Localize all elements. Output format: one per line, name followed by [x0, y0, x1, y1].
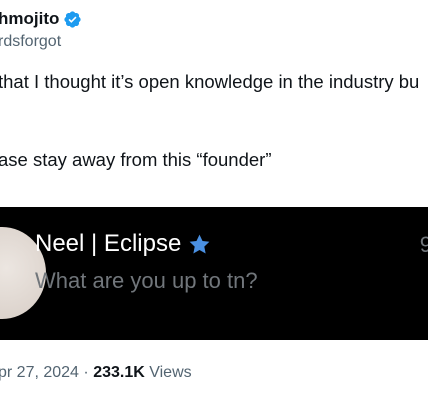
tweet-text-line-2: ase stay away from this “founder”	[0, 149, 272, 170]
embed-prompt-text: What are you up to tn?	[35, 268, 258, 293]
views-count: 233.1K	[93, 364, 145, 381]
embed-cut-text: 9	[419, 232, 428, 257]
star-icon	[189, 234, 210, 253]
meta-separator: ·	[83, 364, 89, 381]
tweet-meta: pr 27, 2024 · 233.1K Views	[0, 362, 192, 384]
tweet-date[interactable]: pr 27, 2024	[0, 364, 79, 381]
tweet-media-screenshot[interactable]: Neel | Eclipse What are you up to tn? 9	[0, 207, 428, 340]
embed-name: Neel | Eclipse	[35, 229, 212, 259]
embed-name-text: Neel | Eclipse	[35, 230, 182, 257]
author-handle[interactable]: rdsforgot	[0, 31, 61, 53]
views-label: Views	[149, 364, 192, 381]
tweet-text-line-1: that I thought it’s open knowledge in th…	[0, 71, 420, 92]
verified-badge-icon	[64, 10, 82, 28]
author-name-text[interactable]: hmojito	[0, 8, 59, 30]
author-name[interactable]: hmojito	[0, 8, 82, 30]
